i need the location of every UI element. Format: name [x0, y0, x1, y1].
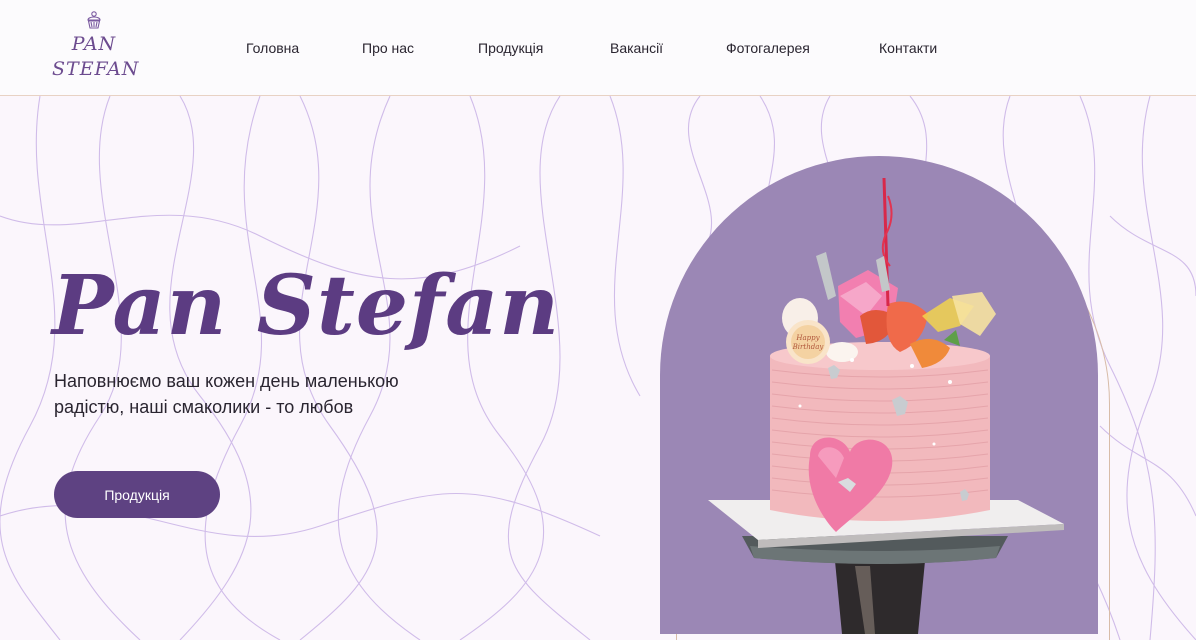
- nav-item-products[interactable]: Продукція: [478, 38, 543, 58]
- page: PAN STEFAN Головна Про нас Продукція Вак…: [0, 0, 1196, 640]
- logo-line-2: STEFAN: [52, 58, 140, 80]
- cake-illustration: Happy Birthday: [708, 177, 1064, 634]
- nav-item-gallery[interactable]: Фотогалерея: [726, 38, 810, 58]
- logo-text: PAN STEFAN: [52, 32, 140, 82]
- hero-subtitle: Наповнюємо ваш кожен день маленькою раді…: [54, 368, 474, 420]
- svg-text:Birthday: Birthday: [792, 343, 825, 351]
- nav-item-about[interactable]: Про нас: [362, 38, 414, 58]
- hero-cake-image: Happy Birthday: [660, 156, 1098, 634]
- site-logo[interactable]: PAN STEFAN: [52, 10, 140, 88]
- site-header: PAN STEFAN Головна Про нас Продукція Вак…: [0, 0, 1196, 96]
- cupcake-icon: [87, 11, 101, 29]
- hero-title: Pan Stefan: [52, 257, 561, 354]
- nav-item-contacts[interactable]: Контакти: [879, 38, 937, 58]
- hero-subtitle-line-2: радістю, наші смаколики - то любов: [54, 397, 354, 417]
- svg-text:Happy: Happy: [795, 334, 820, 342]
- nav-item-home[interactable]: Головна: [246, 38, 299, 58]
- logo-line-1: PAN: [71, 33, 117, 55]
- nav-item-vacancies[interactable]: Вакансії: [610, 38, 663, 58]
- hero-subtitle-line-1: Наповнюємо ваш кожен день маленькою: [54, 371, 399, 391]
- products-button[interactable]: Продукція: [54, 471, 220, 518]
